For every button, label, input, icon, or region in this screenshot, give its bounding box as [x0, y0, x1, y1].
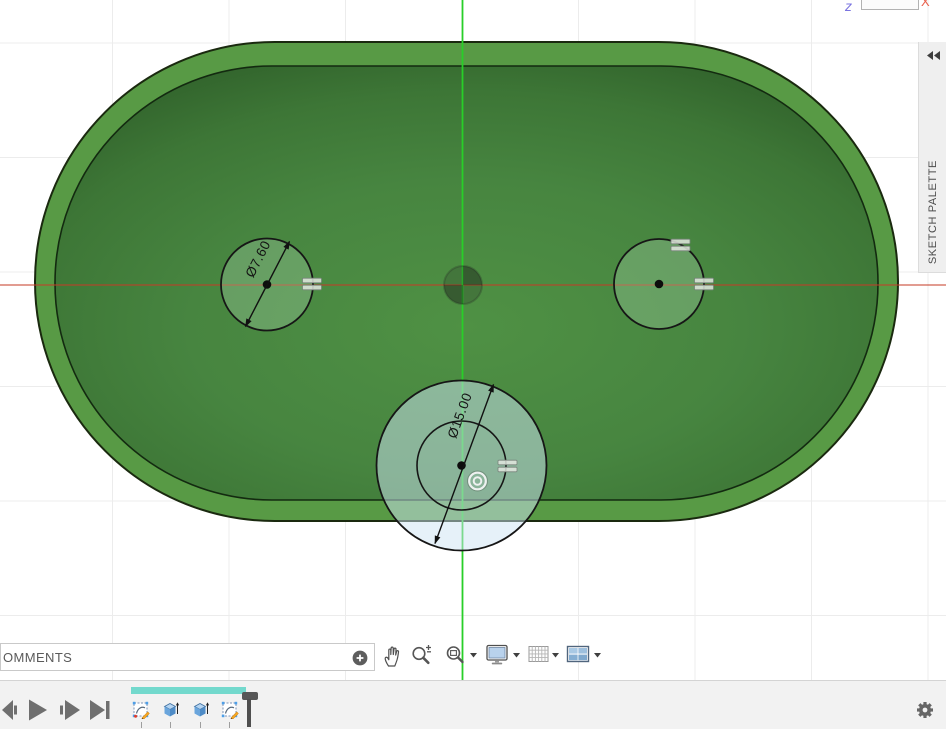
timeline-tick: [141, 722, 142, 728]
grid-settings-icon[interactable]: [527, 644, 551, 666]
sketch-palette-title: SKETCH PALETTE: [927, 160, 939, 264]
timeline-feature-extrude-icon[interactable]: [162, 701, 180, 719]
timeline-tick: [170, 722, 171, 728]
origin-marker[interactable]: [444, 266, 482, 304]
timeline-bar: [0, 680, 946, 729]
viewports-dropdown-icon[interactable]: [594, 653, 602, 658]
grid-settings-dropdown-icon[interactable]: [552, 653, 560, 658]
timeline-marker-stem[interactable]: [247, 699, 251, 727]
timeline-progress-bar[interactable]: [131, 687, 246, 694]
comments-label: OMMENTS: [3, 650, 72, 665]
fit-view-icon[interactable]: [444, 643, 468, 669]
timeline-feature-sketch-icon[interactable]: [221, 701, 239, 719]
sketch-circle-right[interactable]: [614, 239, 704, 329]
fit-view-dropdown-icon[interactable]: [470, 653, 478, 658]
timeline-settings-gear-icon[interactable]: [915, 700, 935, 720]
axis-z-label: z: [845, 0, 852, 14]
play-icon[interactable]: [29, 700, 47, 721]
go-to-end-icon[interactable]: [90, 700, 110, 720]
viewcube-edge[interactable]: [861, 0, 919, 10]
step-back-icon[interactable]: [2, 700, 17, 720]
display-settings-dropdown-icon[interactable]: [513, 653, 521, 658]
comments-bar[interactable]: OMMENTS: [0, 643, 375, 671]
timeline-tick: [200, 722, 201, 728]
timeline-playback-controls: [2, 699, 114, 721]
timeline-feature-sketch-icon[interactable]: [132, 701, 150, 719]
axis-x-label: X: [921, 0, 930, 9]
sketch-scene: Ø7.60 Ø15.00: [0, 0, 946, 729]
step-forward-icon[interactable]: [60, 700, 80, 720]
zoom-icon[interactable]: [410, 643, 434, 669]
expand-palette-double-chevron-icon[interactable]: [927, 51, 940, 60]
display-settings-icon[interactable]: [486, 643, 510, 667]
viewports-icon[interactable]: [566, 644, 592, 666]
pan-icon[interactable]: [381, 642, 405, 670]
add-comment-icon[interactable]: [352, 650, 368, 666]
timeline-tick: [229, 722, 230, 728]
timeline-feature-extrude-icon[interactable]: [192, 701, 210, 719]
sketch-palette-collapsed[interactable]: SKETCH PALETTE: [918, 42, 946, 273]
viewport-canvas[interactable]: Ø7.60 Ø15.00 z: [0, 0, 946, 729]
